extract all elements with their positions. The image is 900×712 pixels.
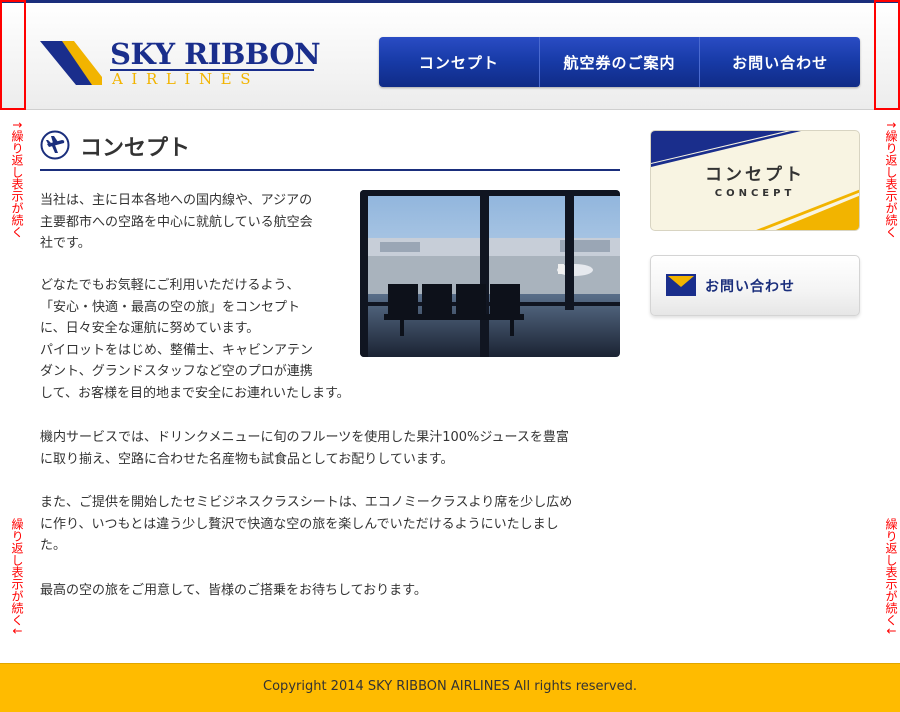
text-line: 社です。 — [40, 236, 91, 251]
inflight-service-paragraph: 機内サービスでは、ドリンクメニューに旬のフルーツを使用した果汁100%ジュースを… — [40, 427, 569, 470]
text-line: 当社は、主に日本各地への国内線や、アジアの — [40, 193, 313, 208]
nav-contact[interactable]: お問い合わせ — [699, 37, 860, 87]
sidebar-contact-button[interactable]: お問い合わせ — [650, 255, 860, 316]
logo-subtitle: AIRLINES — [112, 70, 260, 88]
logo-wordmark: SKY RIBBON — [110, 37, 321, 71]
text-line: に、日々安全な運航に努めています。 — [40, 321, 260, 336]
envelope-icon — [666, 274, 696, 296]
arrow-up-icon: ↑ — [10, 120, 24, 131]
site-logo[interactable]: SKY RIBBON AIRLINES — [40, 37, 321, 88]
repeat-marker-top-left — [0, 0, 26, 110]
text-line: に取り揃え、空路に合わせた名産物も試食品としてお配りしています。 — [40, 451, 454, 467]
page-title: コンセプト — [80, 136, 191, 161]
text-line: パイロットをはじめ、整備士、キャビンアテン — [40, 342, 314, 358]
repeat-note-bottom-left: 繰り返し表示が続く↓ — [3, 518, 24, 637]
banner-title: コンセプト — [705, 165, 805, 185]
nav-concept[interactable]: コンセプト — [379, 37, 539, 87]
arrow-down-icon: ↓ — [884, 626, 898, 637]
text-line: 主要都市への空路を中心に就航している航空会 — [40, 214, 313, 230]
text-line: 最高の空の旅をご用意して、皆様のご搭乗をお待ちしております。 — [40, 583, 427, 598]
page-heading: コンセプト — [40, 129, 620, 171]
contact-label: お問い合わせ — [705, 279, 795, 295]
airplane-icon — [40, 130, 70, 160]
global-nav: コンセプト 航空券のご案内 お問い合わせ — [379, 37, 860, 87]
closing-paragraph: 最高の空の旅をご用意して、皆様のご搭乗をお待ちしております。 — [40, 580, 427, 602]
repeat-note-text: 繰り返し表示が続く — [884, 518, 898, 626]
text-line: して、お客様を目的地まで安全にお連れいたします。 — [40, 385, 350, 401]
banner-subtitle: CONCEPT — [714, 188, 796, 199]
text-line: ダント、グランドスタッフなど空のプロが連携 — [40, 364, 313, 379]
site-header: SKY RIBBON AIRLINES コンセプト 航空券のご案内 お問い合わせ — [0, 0, 900, 110]
repeat-note-top-left: ↑繰り返し表示が続く — [3, 120, 24, 239]
repeat-note-text: 繰り返し表示が続く — [10, 130, 24, 239]
airport-lounge-photo — [360, 190, 620, 357]
repeat-marker-top-right — [874, 0, 900, 110]
arrow-up-icon: ↑ — [884, 120, 898, 131]
concept-paragraph: どなたでもお気軽にご利用いただけるよう、 「安心・快適・最高の空の旅」をコンセプ… — [40, 275, 350, 404]
text-line: た。 — [40, 538, 67, 553]
arrow-down-icon: ↓ — [10, 626, 24, 637]
intro-paragraph: 当社は、主に日本各地への国内線や、アジアの 主要都市への空路を中心に就航している… — [40, 190, 313, 255]
repeat-note-top-right: ↑繰り返し表示が続く — [877, 120, 898, 239]
text-line: また、ご提供を開始したセミビジネスクラスシートは、エコノミークラスより席を少し広… — [40, 495, 573, 510]
site-footer: Copyright 2014 SKY RIBBON AIRLINES All r… — [0, 663, 900, 712]
repeat-note-text: 繰り返し表示が続く — [884, 130, 898, 239]
text-line: 機内サービスでは、ドリンクメニューに旬のフルーツを使用した果汁100%ジュースを… — [40, 430, 569, 445]
repeat-note-text: 繰り返し表示が続く — [10, 518, 24, 626]
seat-paragraph: また、ご提供を開始したセミビジネスクラスシートは、エコノミークラスより席を少し広… — [40, 492, 572, 557]
text-line: どなたでもお気軽にご利用いただけるよう、 — [40, 278, 300, 293]
ribbon-logo-icon — [40, 41, 102, 85]
sidebar-concept-banner[interactable]: コンセプト CONCEPT — [650, 130, 860, 231]
repeat-note-bottom-right: 繰り返し表示が続く↓ — [877, 518, 898, 637]
text-line: に作り、いつもとは違う少し贅沢で快適な空の旅を楽しんでいただけるようにいたしまし — [40, 516, 559, 532]
nav-tickets[interactable]: 航空券のご案内 — [538, 37, 700, 87]
text-line: 「安心・快適・最高の空の旅」をコンセプト — [40, 299, 301, 315]
copyright-text: Copyright 2014 SKY RIBBON AIRLINES All r… — [263, 679, 637, 694]
